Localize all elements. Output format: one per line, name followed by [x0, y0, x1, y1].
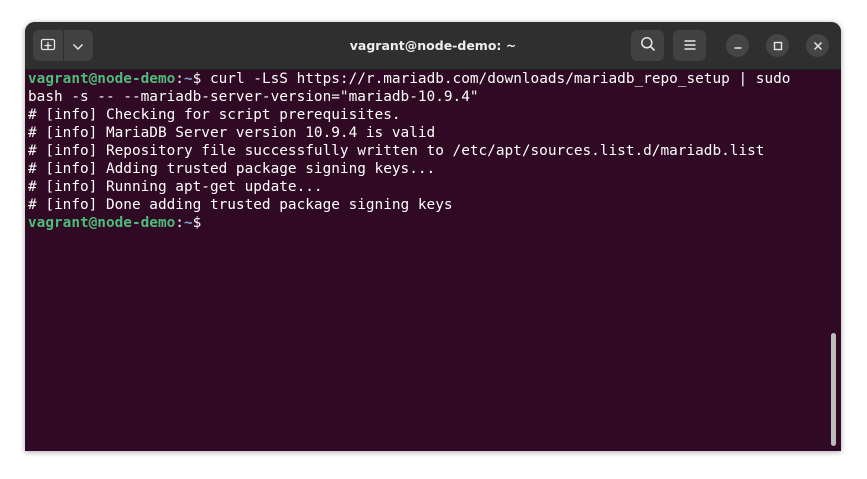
- command-text: curl -LsS https://r.mariadb.com/download…: [209, 71, 791, 87]
- minimize-icon: [733, 36, 743, 55]
- search-icon: [640, 36, 656, 56]
- hamburger-menu-icon: [683, 36, 697, 55]
- output-line: # [info] Checking for script prerequisit…: [28, 107, 401, 123]
- close-icon: [813, 36, 823, 55]
- prompt-separator: :: [175, 71, 184, 87]
- close-button[interactable]: [806, 34, 829, 57]
- main-menu-button[interactable]: [673, 30, 706, 61]
- new-tab-icon: [40, 36, 56, 55]
- output-line: # [info] Repository file successfully wr…: [28, 143, 765, 159]
- output-line: # [info] Done adding trusted package sig…: [28, 197, 453, 213]
- output-line: # [info] Running apt-get update...: [28, 179, 323, 195]
- prompt-symbol: $: [192, 215, 202, 231]
- vertical-scrollbar[interactable]: [831, 333, 836, 446]
- new-tab-split-button: [33, 30, 93, 61]
- maximize-button[interactable]: [766, 34, 789, 57]
- new-tab-button[interactable]: [33, 30, 63, 61]
- maximize-icon: [773, 36, 783, 55]
- prompt-line: vagrant@node-demo:~$ curl -LsS https://r…: [28, 70, 790, 88]
- prompt-separator: :: [175, 215, 184, 231]
- prompt-user-host: vagrant@node-demo: [28, 71, 176, 87]
- prompt-line: vagrant@node-demo:~$: [28, 214, 201, 232]
- chevron-down-icon: [72, 36, 84, 55]
- prompt-symbol: $: [192, 71, 210, 87]
- command-continuation: bash -s -- --mariadb-server-version="mar…: [28, 89, 479, 105]
- minimize-button[interactable]: [726, 34, 749, 57]
- output-line: # [info] MariaDB Server version 10.9.4 i…: [28, 125, 436, 141]
- window-title: vagrant@node-demo: ~: [349, 38, 517, 53]
- title-bar[interactable]: vagrant@node-demo: ~: [25, 22, 841, 70]
- terminal-output-area[interactable]: vagrant@node-demo:~$ curl -LsS https://r…: [25, 70, 841, 451]
- search-button[interactable]: [631, 30, 664, 61]
- terminal-window: vagrant@node-demo: ~ vagrant@node-demo:~…: [25, 22, 841, 451]
- output-line: # [info] Adding trusted package signing …: [28, 161, 436, 177]
- prompt-path: ~: [183, 71, 193, 87]
- tab-menu-dropdown-button[interactable]: [64, 30, 94, 61]
- prompt-path: ~: [183, 215, 193, 231]
- prompt-user-host: vagrant@node-demo: [28, 215, 176, 231]
